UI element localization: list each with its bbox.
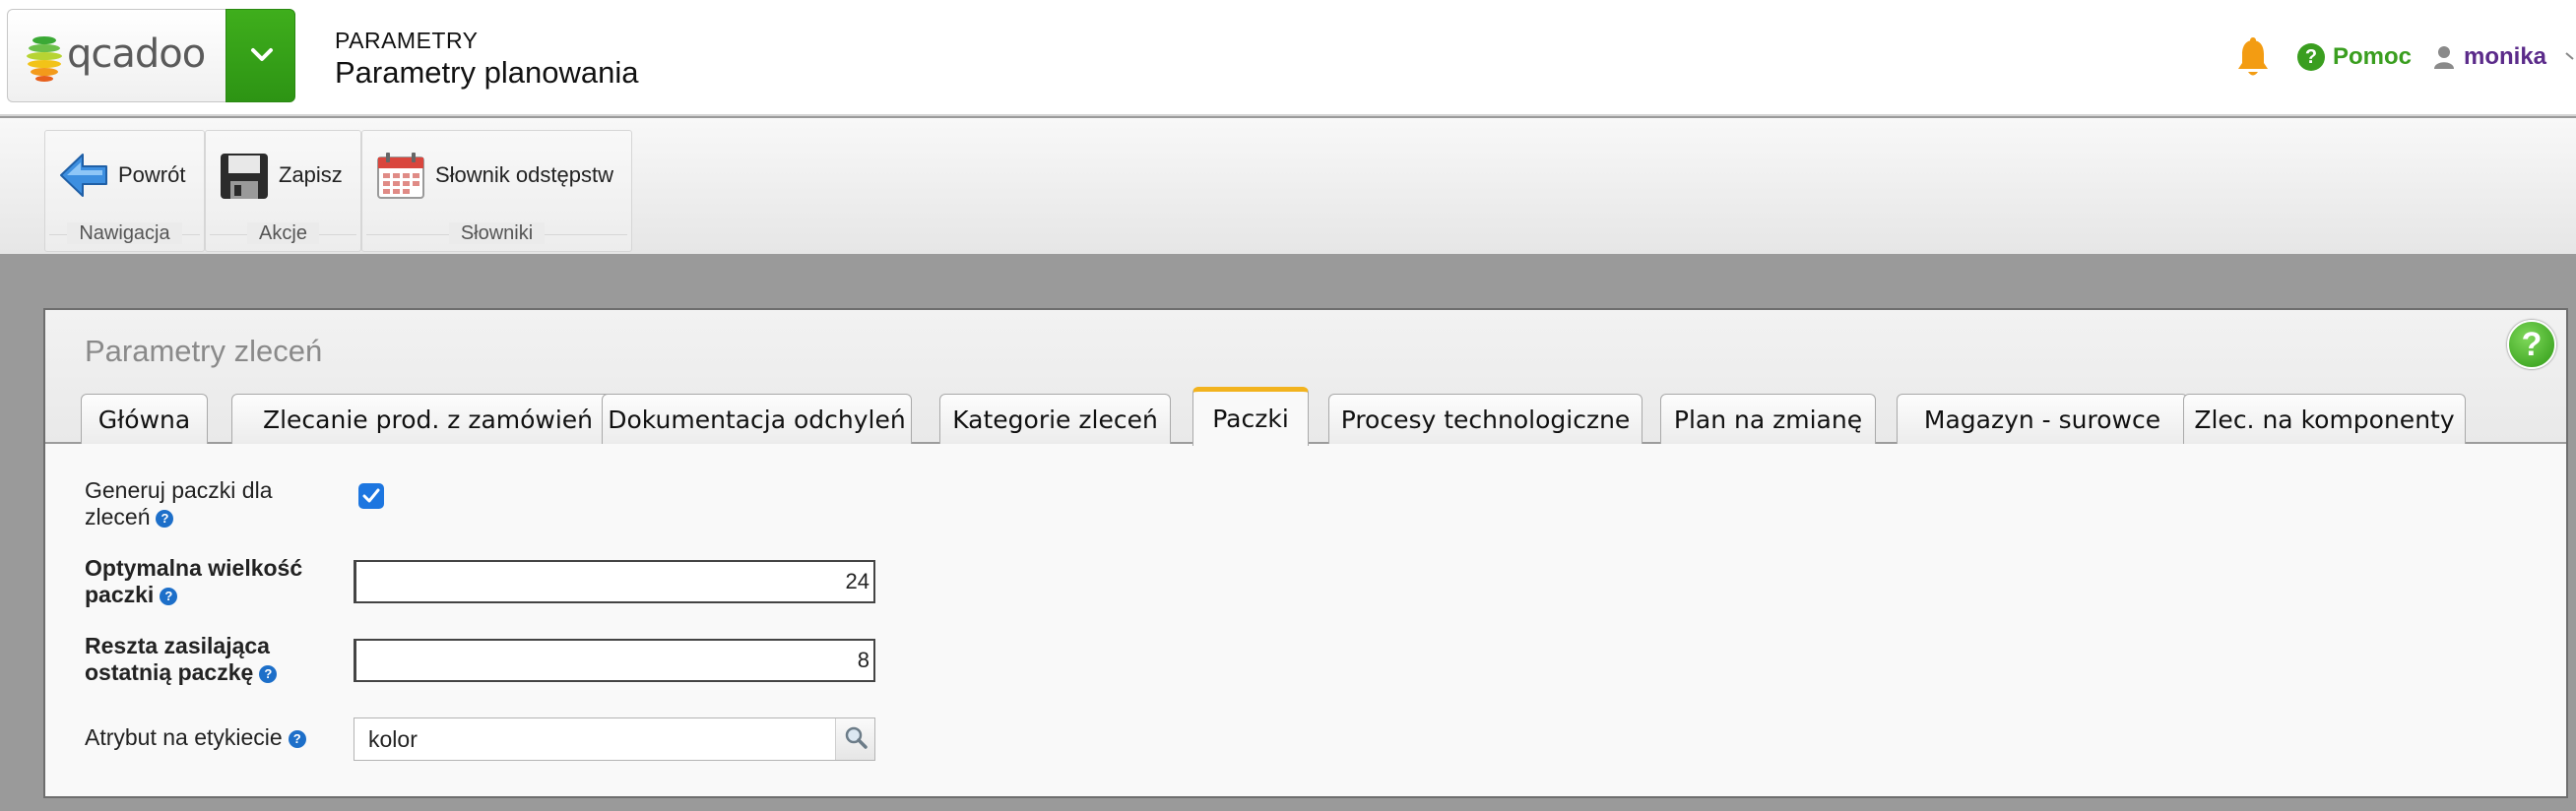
lookup-value: kolor: [368, 725, 418, 752]
logo[interactable]: qcadoo: [7, 9, 225, 102]
checkmark-icon: [362, 488, 380, 503]
tab-zlecanie-prod[interactable]: Zlecanie prod. z zamówień: [231, 394, 624, 444]
tab-plan-na-zmiane[interactable]: Plan na zmianę: [1660, 394, 1876, 444]
remainder-label: Reszta zasilająca ostatnią paczkę?: [85, 633, 278, 686]
top-bar: qcadoo PARAMETRY Parametry planowania ? …: [0, 0, 2576, 116]
label-attribute-row: Atrybut na etykiecie?: [85, 724, 306, 751]
label-text: ostatnią paczkę: [85, 659, 254, 685]
user-icon: [2434, 46, 2454, 69]
ribbon-group-label: Słowniki: [448, 222, 546, 244]
parameters-window: Parametry zleceń ? Główna Zlecanie prod.…: [43, 308, 2568, 798]
generate-packages-row: Generuj paczki dla zleceń?: [85, 477, 273, 530]
chevron-down-icon[interactable]: [2564, 46, 2576, 66]
page-title: Parametry planowania: [335, 55, 639, 90]
label-attribute-label: Atrybut na etykiecie?: [85, 724, 306, 751]
label-text: Generuj paczki dla: [85, 477, 273, 503]
optimal-size-input[interactable]: 24: [354, 560, 875, 603]
label-attribute-lookup[interactable]: kolor: [354, 717, 875, 761]
field-help-icon[interactable]: ?: [259, 665, 278, 683]
help-label: Pomoc: [2333, 43, 2413, 70]
chevron-down-icon: [251, 48, 273, 61]
user-menu[interactable]: monika: [2434, 41, 2546, 73]
lookup-search-button[interactable]: [835, 718, 874, 760]
save-button-label: Zapisz: [279, 162, 343, 187]
field-help-icon[interactable]: ?: [288, 730, 306, 748]
field-help-icon[interactable]: ?: [156, 510, 174, 528]
tab-dokumentacja-odchylen[interactable]: Dokumentacja odchyleń: [602, 394, 912, 444]
optimal-size-label: Optymalna wielkość paczki?: [85, 555, 302, 608]
ribbon-group-navigation: Powrót Nawigacja: [44, 130, 205, 252]
label-text: Atrybut na etykiecie: [85, 724, 283, 750]
label-text: paczki: [85, 582, 155, 607]
window-header: Parametry zleceń ? Główna Zlecanie prod.…: [45, 310, 2566, 446]
field-help-icon[interactable]: ?: [160, 588, 178, 605]
back-arrow-icon: [60, 154, 107, 197]
remainder-row: Reszta zasilająca ostatnią paczkę?: [85, 633, 278, 686]
deviation-dictionary-button-label: Słownik odstępstw: [435, 162, 613, 187]
calendar-icon: [377, 153, 424, 199]
back-button[interactable]: Powrót: [57, 146, 191, 205]
ribbon-group-label: Akcje: [247, 222, 319, 244]
main-menu-toggle-button[interactable]: [225, 9, 295, 102]
ribbon-group-dictionaries: Słownik odstępstw Słowniki: [361, 130, 632, 252]
logo-text: qcadoo: [67, 31, 206, 77]
back-button-label: Powrót: [118, 162, 186, 187]
tab-magazyn-surowce[interactable]: Magazyn - surowce: [1897, 394, 2188, 444]
tab-procesy-technologiczne[interactable]: Procesy technologiczne: [1328, 394, 1642, 444]
ribbon-toolbar: Powrót Nawigacja Zapisz Akcje Słownik od…: [0, 118, 2576, 254]
ribbon-group-label: Nawigacja: [67, 222, 182, 244]
breadcrumb-section: PARAMETRY: [335, 28, 479, 53]
tab-paczki[interactable]: Paczki: [1192, 387, 1309, 446]
question-circle-icon: ?: [2297, 43, 2325, 71]
deviation-dictionary-button[interactable]: Słownik odstępstw: [374, 146, 619, 205]
help-link[interactable]: ? Pomoc: [2297, 41, 2412, 73]
label-text: Optymalna wielkość: [85, 555, 303, 581]
save-button[interactable]: Zapisz: [218, 146, 349, 205]
remainder-input[interactable]: 8: [354, 639, 875, 682]
bell-icon[interactable]: [2235, 37, 2271, 79]
tab-kategorie-zlecen[interactable]: Kategorie zleceń: [939, 394, 1171, 444]
generate-packages-label: Generuj paczki dla zleceń?: [85, 477, 273, 530]
generate-packages-checkbox[interactable]: [358, 483, 384, 509]
optimal-size-row: Optymalna wielkość paczki?: [85, 555, 302, 608]
qcadoo-logo-icon: [27, 36, 62, 82]
window-help-button[interactable]: ?: [2507, 320, 2556, 369]
ribbon-group-actions: Zapisz Akcje: [205, 130, 361, 252]
tab-glowna[interactable]: Główna: [81, 394, 208, 444]
tab-zlec-na-komponenty[interactable]: Zlec. na komponenty: [2183, 394, 2466, 444]
window-title: Parametry zleceń: [85, 334, 323, 368]
save-icon: [221, 154, 268, 199]
search-icon: [845, 726, 868, 749]
user-name: monika: [2464, 43, 2547, 70]
label-text: zleceń: [85, 504, 151, 530]
label-text: Reszta zasilająca: [85, 633, 270, 658]
